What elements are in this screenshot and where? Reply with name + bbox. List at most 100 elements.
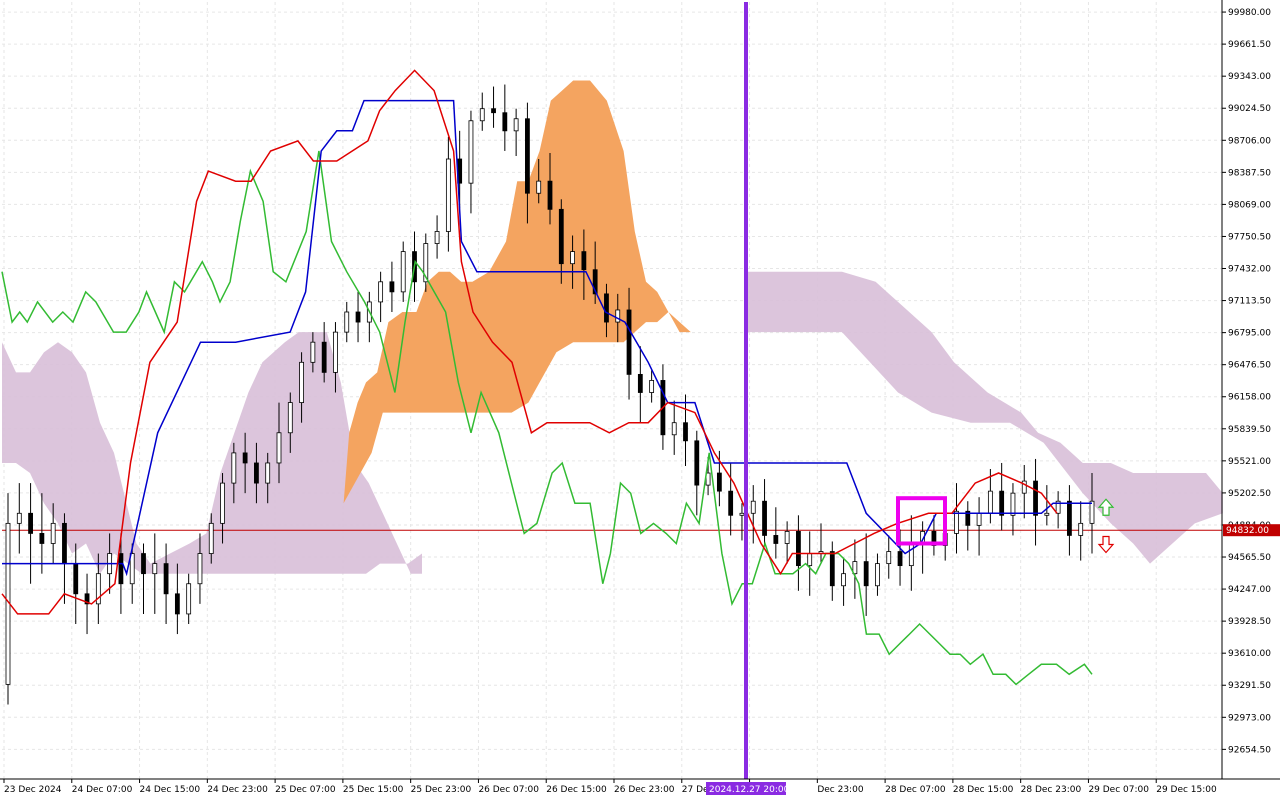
candle-body <box>897 551 903 567</box>
y-tick-label: 96476.50 <box>1228 361 1271 371</box>
chart-svg: 99980.00 99661.50 99343.00 99024.50 98706.00… <box>0 0 1280 800</box>
ichimoku-chart: 99980.00 99661.50 99343.00 99024.50 98706.00… <box>0 0 1280 800</box>
candle-body <box>434 231 440 244</box>
candle-body <box>479 108 485 122</box>
y-tick-label: 95521.00 <box>1228 457 1271 467</box>
x-tick-label: 25 Dec 23:00 <box>411 785 472 795</box>
candle-body <box>547 180 553 210</box>
candle-body <box>671 422 677 436</box>
candle-body <box>197 553 203 585</box>
candle-body <box>1033 480 1038 516</box>
candle-body <box>739 512 745 516</box>
candle-body <box>389 281 395 293</box>
x-tick-label: 29 Dec 07:00 <box>1088 785 1149 795</box>
candle-body <box>570 251 575 265</box>
y-tick-label: 94247.00 <box>1228 585 1271 595</box>
candle-body <box>208 522 214 554</box>
candle-body <box>355 311 361 323</box>
y-tick-label: 98387.50 <box>1228 168 1271 178</box>
candle-body <box>784 531 790 544</box>
y-tick-label: 93928.50 <box>1228 617 1271 627</box>
y-tick-label: 99024.50 <box>1228 104 1271 114</box>
candle-body <box>118 553 124 585</box>
candle-body <box>525 118 530 194</box>
candle-body <box>829 551 835 587</box>
y-tick-label: 97113.50 <box>1228 297 1271 307</box>
candle-body <box>694 440 700 486</box>
x-tick-label: 29 Dec 15:00 <box>1156 785 1217 795</box>
candle-body <box>62 522 67 565</box>
candle-body <box>773 535 779 544</box>
candle-body <box>1010 492 1016 516</box>
y-tick-label: 99980.00 <box>1228 8 1271 18</box>
x-highlight-tag: 2024.12.27 20:00 <box>706 782 790 795</box>
candle-body <box>186 583 192 615</box>
candle-body <box>886 551 892 565</box>
candle-body <box>637 373 643 393</box>
candle-body <box>1078 522 1084 536</box>
candle-body <box>16 512 22 524</box>
x-tick-label: 24 Dec 07:00 <box>72 785 133 795</box>
y-tick-label: 96795.00 <box>1228 329 1271 339</box>
candle-body <box>649 380 655 393</box>
y-tick-label: 98706.00 <box>1228 136 1271 146</box>
y-tick-label: 95839.50 <box>1228 425 1271 435</box>
y-tick-label: 92654.50 <box>1228 745 1271 755</box>
x-tick-label: 26 Dec 15:00 <box>546 785 607 795</box>
x-tick-label: 23 Dec 2024 <box>4 785 62 795</box>
candle-body <box>863 561 869 587</box>
x-highlight-label: 2024.12.27 20:00 <box>709 785 790 795</box>
candle-body <box>558 208 564 265</box>
candle-body <box>39 533 45 544</box>
x-tick-label: 28 Dec 15:00 <box>953 785 1014 795</box>
candle-body <box>445 158 451 232</box>
candle-body <box>73 563 79 595</box>
x-tick-label: Dec 23:00 <box>817 785 863 795</box>
candle-body <box>728 490 734 516</box>
candle-body <box>999 490 1005 516</box>
candle-body <box>796 531 801 567</box>
candle-body <box>1067 500 1072 536</box>
candle-body <box>468 120 474 184</box>
candle-body <box>762 500 767 536</box>
candle-body <box>615 309 621 323</box>
candle-body <box>174 593 180 615</box>
y-tick-label: 93610.00 <box>1228 649 1271 659</box>
y-tick-label: 97750.50 <box>1228 232 1271 242</box>
candle-body <box>750 500 756 514</box>
x-tick-label: 26 Dec 07:00 <box>478 785 539 795</box>
candle-body <box>400 251 406 293</box>
x-tick-label: 28 Dec 07:00 <box>885 785 946 795</box>
candle-body <box>28 512 33 534</box>
candle-body <box>683 422 688 442</box>
candle-body <box>954 510 959 534</box>
y-tick-label: 96158.00 <box>1228 393 1271 403</box>
candle-body <box>344 311 350 333</box>
candle-body <box>231 452 237 484</box>
candle-body <box>987 490 993 514</box>
candle-body <box>163 563 169 595</box>
candle-body <box>265 462 271 484</box>
candle-body <box>875 563 880 587</box>
x-tick-label: 26 Dec 23:00 <box>614 785 675 795</box>
candle-body <box>491 108 496 114</box>
candle-body <box>152 563 158 575</box>
candle-body <box>299 361 304 403</box>
y-tick-label: 92973.00 <box>1228 713 1271 723</box>
candle-body <box>321 341 327 373</box>
y-tick-label: 99661.50 <box>1228 40 1271 50</box>
candle-body <box>254 462 259 484</box>
candle-body <box>310 341 316 363</box>
candle-body <box>716 472 722 492</box>
candle-body <box>50 522 56 544</box>
candle-body <box>908 543 914 567</box>
y-tick-label: 99343.00 <box>1228 72 1271 82</box>
candle-body <box>807 553 813 567</box>
y-tick-label: 97432.00 <box>1228 265 1271 275</box>
candle-body <box>242 452 248 464</box>
x-tick-label: 24 Dec 15:00 <box>140 785 201 795</box>
candle-body <box>581 251 587 271</box>
candle-body <box>976 512 982 526</box>
candle-body <box>287 402 293 434</box>
y-tick-label: 94565.50 <box>1228 553 1271 563</box>
